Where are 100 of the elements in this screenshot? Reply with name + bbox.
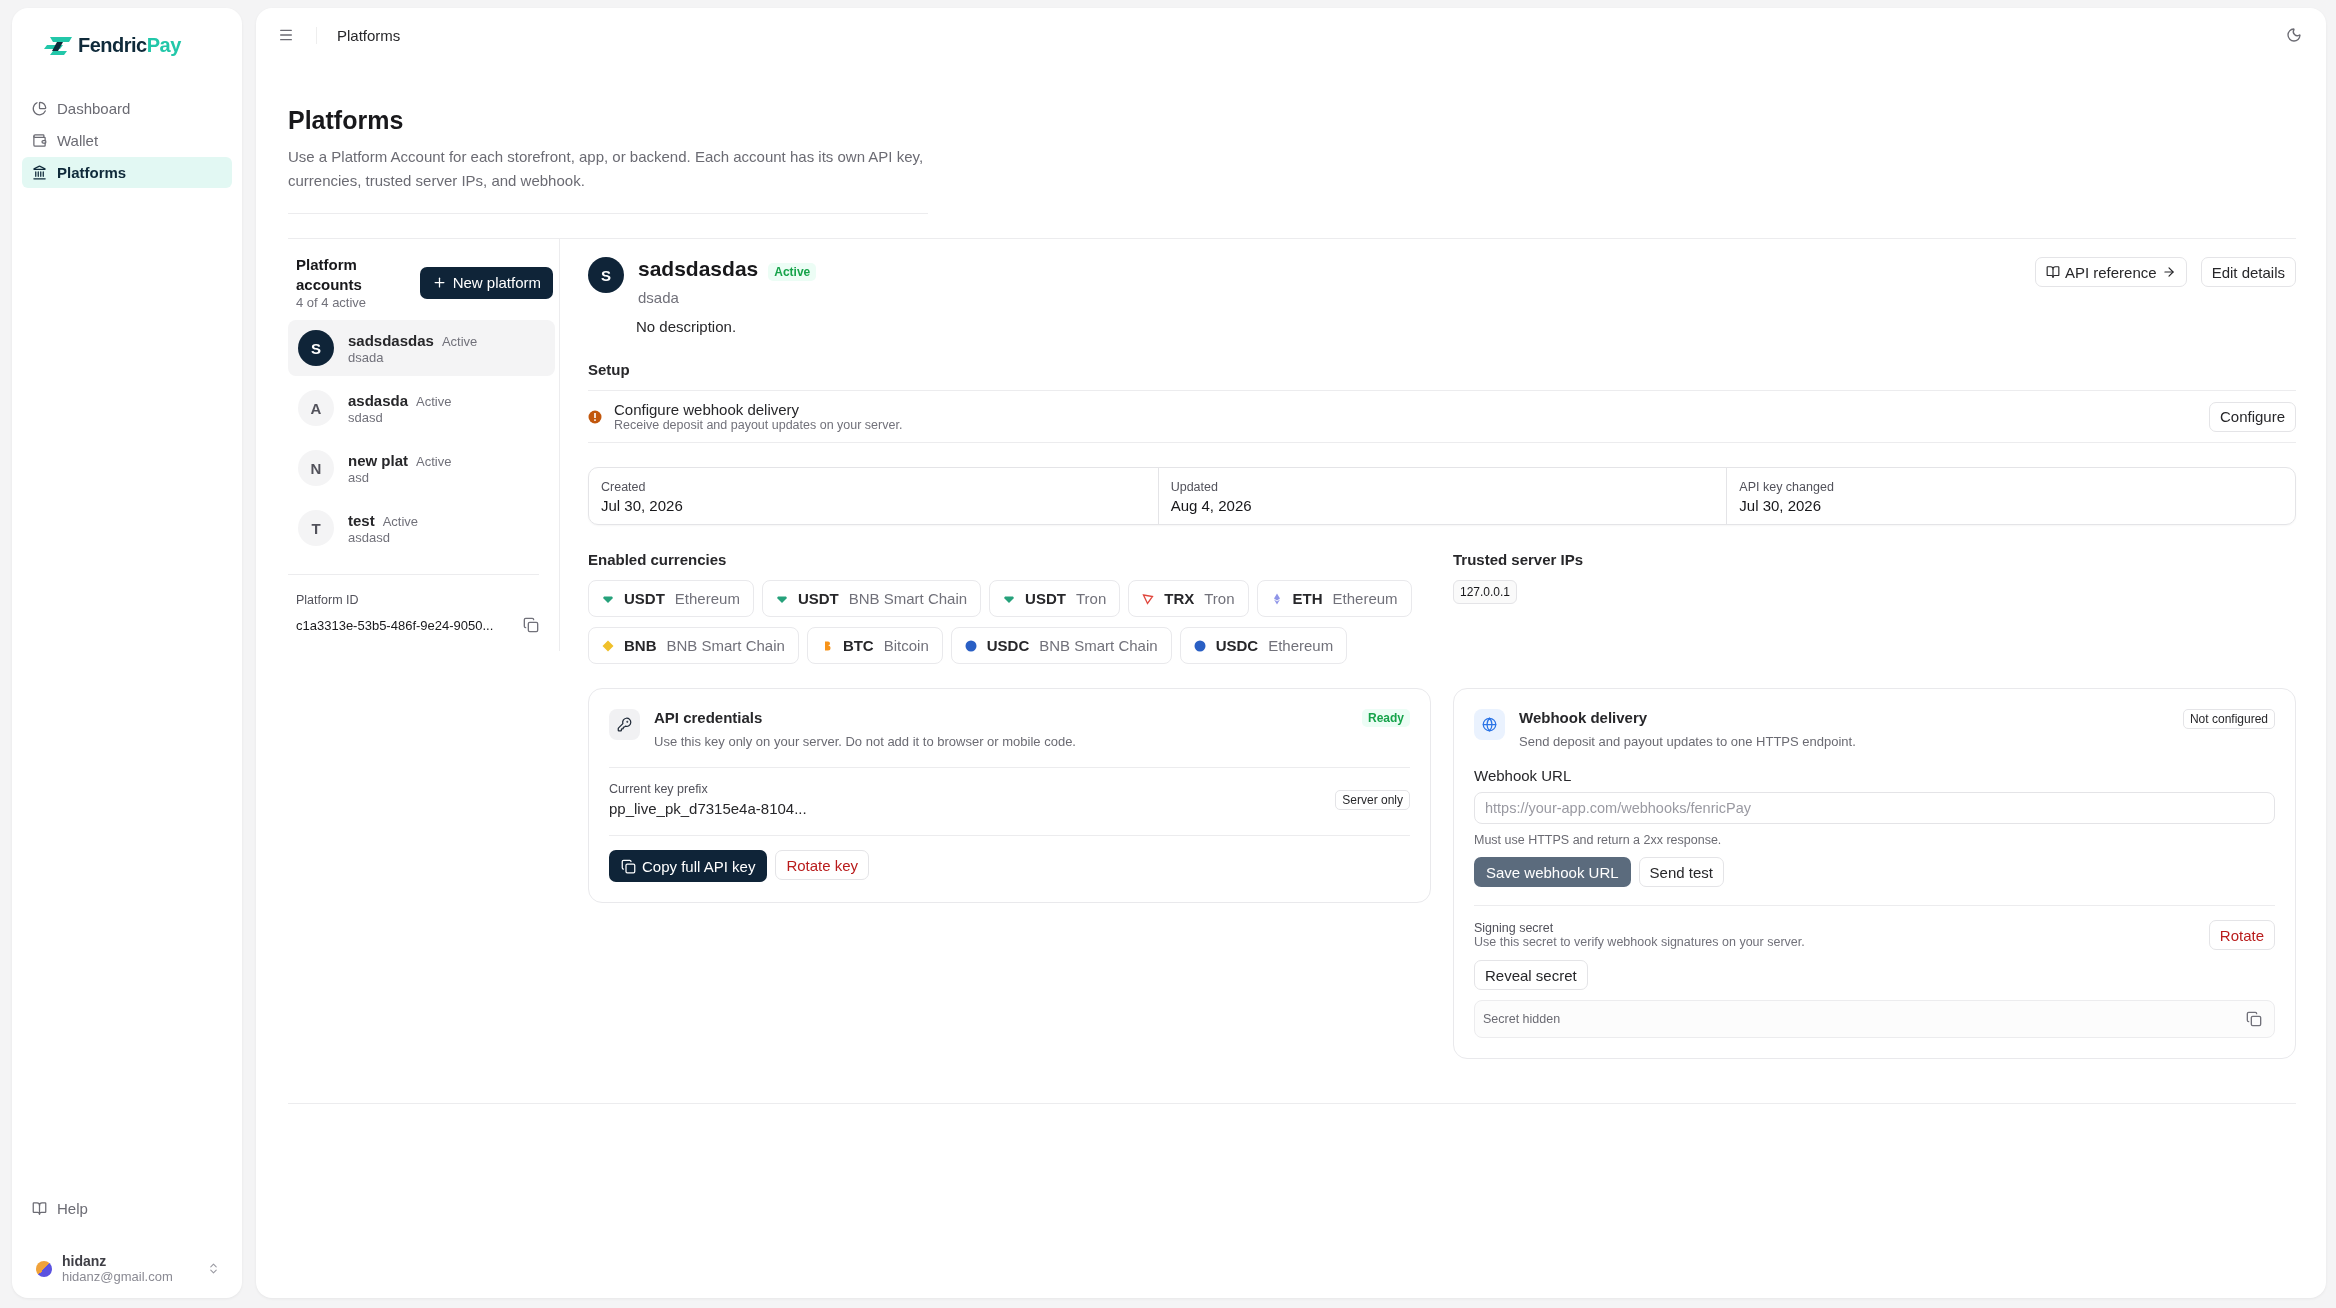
account-name: test (348, 511, 375, 529)
arrow-icon (2161, 265, 2176, 279)
bank-icon (32, 165, 47, 180)
platform-name: sadsdasdas (638, 257, 759, 280)
setup-title: Setup (588, 361, 631, 378)
platform-id: c1a3313e-53b5-486f-9e24-9050... (296, 617, 494, 633)
currency-network: Ethereum (674, 590, 740, 607)
date-value: Aug 4, 2026 (1170, 497, 1253, 514)
account-item[interactable]: N new plat Active asd (288, 440, 555, 496)
account-slug: asd (348, 469, 370, 485)
copy-api-key-button[interactable]: Copy full API key (609, 850, 768, 882)
book-icon (2045, 265, 2060, 279)
warning-icon (588, 409, 602, 424)
account-slug: sdasd (348, 409, 384, 425)
account-status: Active (382, 513, 419, 529)
currencies-title: Enabled currencies (588, 551, 728, 568)
account-avatar: S (298, 330, 334, 366)
currency-network: Tron (1204, 590, 1235, 607)
accounts-title: Platform accounts (296, 255, 363, 295)
plus-icon (431, 275, 447, 290)
account-slug: dsada (348, 349, 385, 365)
date-label: Updated (1170, 480, 1219, 494)
nav-item[interactable]: Wallet (22, 125, 232, 156)
currency-network: BNB Smart Chain (1039, 637, 1158, 654)
copy-icon (621, 858, 636, 874)
account-avatar: T (298, 510, 334, 546)
help-link[interactable]: Help (22, 1193, 232, 1224)
key-prefix: pp_live_pk_d7315e4a-8104... (609, 800, 807, 817)
reveal-secret-button[interactable]: Reveal secret (1474, 960, 1588, 990)
currency-network: Bitcoin (883, 637, 929, 654)
secret-subtitle: Use this secret to verify webhook signatures on your server. (1474, 935, 1805, 949)
secret-field[interactable]: Secret hidden (1474, 1000, 2275, 1038)
theme-toggle[interactable] (2286, 27, 2302, 43)
platform-description: No description. (636, 318, 738, 335)
currency-symbol: BTC (842, 637, 874, 654)
account-name: new plat (348, 451, 408, 469)
rotate-key-button[interactable]: Rotate key (775, 850, 870, 880)
date-label: Created (601, 480, 647, 494)
page-description: Use a Platform Account for each storefront, app, or backend. Each account has its own API key, currencies, trusted server IPs, and webhook. (288, 145, 928, 214)
webhook-url-label: Webhook URL (1474, 767, 1573, 784)
currency-network: Tron (1075, 590, 1107, 607)
nav-label: Platforms (57, 164, 127, 181)
configure-button[interactable]: Configure (2208, 401, 2296, 432)
account-avatar: A (298, 390, 334, 426)
account-name: sadsdasdas (348, 331, 434, 349)
nav-label: Dashboard (57, 100, 131, 117)
platform-slug: dsada (638, 289, 680, 306)
copy-button[interactable] (523, 617, 539, 633)
account-item[interactable]: T test Active asdasd (288, 500, 555, 556)
card-subtitle: Send deposit and payout updates to one HTTPS endpoint. (1519, 734, 1857, 749)
trusted-ips-title: Trusted server IPs (1453, 551, 1585, 568)
account-item[interactable]: S sadsdasdas Active dsada (288, 320, 555, 376)
date-value: Jul 30, 2026 (601, 497, 684, 514)
api-reference-button[interactable]: API reference (2034, 257, 2187, 287)
send-test-button[interactable]: Send test (1638, 857, 1724, 887)
account-name: asdasda (348, 391, 409, 409)
logo-text: FendricPay (78, 34, 181, 57)
webhook-hint: Must use HTTPS and return a 2xx response. (1474, 833, 1723, 847)
chevrons-icon (207, 1262, 220, 1275)
ready-badge: Ready (1361, 709, 1410, 727)
accounts-count: 4 of 4 active (296, 295, 368, 310)
user-name: hidanz (62, 1253, 108, 1269)
currency-symbol: USDT (624, 590, 665, 607)
secret-placeholder: Secret hidden (1483, 1012, 1561, 1026)
ip-tag: 127.0.0.1 (1453, 580, 1518, 604)
account-avatar: N (298, 450, 334, 486)
status-badge: Active (768, 262, 817, 281)
server-only-badge: Server only (1335, 789, 1410, 810)
secret-title: Signing secret (1474, 921, 1555, 935)
webhook-url-field[interactable]: https://your-app.com/webhooks/fenricPay (1474, 792, 2275, 824)
new-platform-button[interactable]: New platform (419, 266, 553, 299)
currency-network: BNB Smart Chain (666, 637, 785, 654)
wallet-icon (32, 133, 47, 148)
edit-details-button[interactable]: Edit details (2200, 257, 2296, 287)
page-title: Platforms (288, 106, 405, 135)
account-item[interactable]: A asdasda Active sdasd (288, 380, 555, 436)
currency-network: Ethereum (1268, 637, 1334, 654)
account-slug: asdasd (348, 529, 391, 545)
account-status: Active (416, 393, 452, 409)
currency-network: BNB Smart Chain (848, 590, 968, 607)
rotate-button[interactable]: Rotate (2208, 920, 2275, 950)
nav-label: Wallet (57, 132, 99, 149)
date-value: Jul 30, 2026 (1739, 497, 1823, 514)
platform-avatar: S (588, 257, 624, 293)
card-title: Webhook delivery (1519, 709, 1649, 726)
menu-button[interactable] (278, 27, 294, 43)
user-menu[interactable]: hidanz hidanz@gmail.com (20, 1245, 234, 1284)
currency-symbol: BNB (624, 637, 657, 654)
copy-button[interactable] (2246, 1011, 2262, 1027)
help-label: Help (57, 1200, 88, 1217)
setup-title: Configure webhook delivery (614, 401, 801, 418)
breadcrumb-title: Platforms (316, 26, 2264, 44)
nav-item[interactable]: Platforms (22, 157, 232, 188)
nav-item[interactable]: Dashboard (22, 93, 232, 124)
user-email: hidanz@gmail.com (62, 1269, 174, 1284)
account-status: Active (441, 333, 478, 349)
currency-symbol: TRX (1164, 590, 1195, 607)
currency-symbol: USDT (1025, 590, 1066, 607)
not-configured-badge: Not configured (2182, 709, 2275, 729)
globe-icon (1474, 709, 1505, 740)
